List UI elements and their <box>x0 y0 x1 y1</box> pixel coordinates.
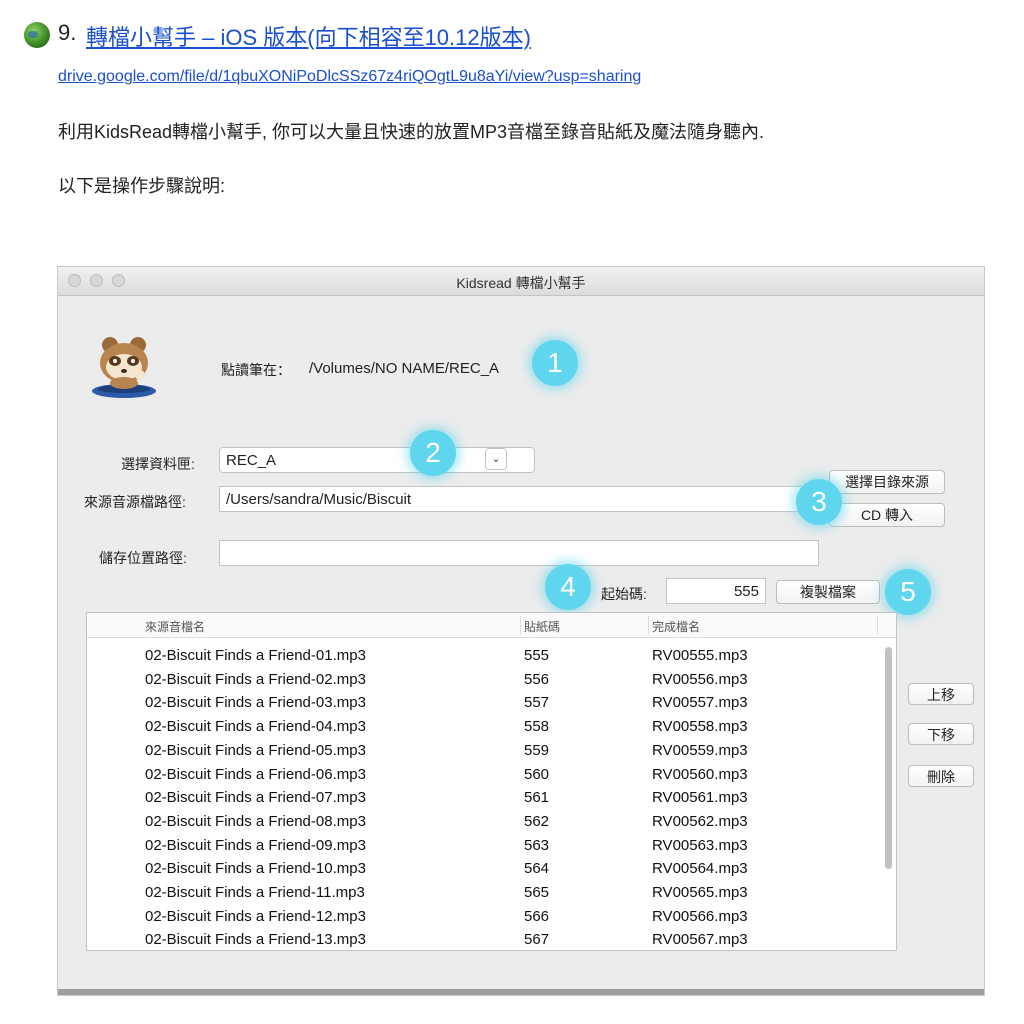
cell-source-filename: 02-Biscuit Finds a Friend-07.mp3 <box>145 789 366 807</box>
cell-source-filename: 02-Biscuit Finds a Friend-01.mp3 <box>145 647 366 664</box>
header-sticker-code: 貼紙碼 <box>524 620 561 634</box>
table-row[interactable]: 02-Biscuit Finds a Friend-09.mp3 563 RV005… <box>87 835 896 859</box>
table-row[interactable]: 02-Biscuit Finds a Friend-03.mp3 557 RV005… <box>87 692 896 716</box>
cell-sticker-code: 560 <box>524 765 550 783</box>
cell-output-filename: RV00563.mp3 <box>652 836 748 854</box>
table-row[interactable]: 02-Biscuit Finds a Friend-04.mp3 558 RV005… <box>87 716 896 740</box>
intro-paragraph: 利用KidsRead轉檔小幫手, 你可以大量且快速的放置MP3音檔至錄音貼紙及魔… <box>58 122 765 142</box>
move-down-button[interactable]: 下移 <box>908 723 974 745</box>
cell-output-filename: RV00561.mp3 <box>652 789 748 807</box>
cell-sticker-code: 567 <box>524 931 550 949</box>
step-badge-5: 5 <box>885 569 931 615</box>
cell-sticker-code: 563 <box>524 836 550 854</box>
cd-import-button[interactable]: CD 轉入 <box>829 503 945 527</box>
cell-output-filename: RV00558.mp3 <box>652 718 748 736</box>
chevron-down-icon[interactable]: ⌄ <box>485 448 507 470</box>
step-badge-4: 4 <box>545 564 591 610</box>
table-row[interactable]: 02-Biscuit Finds a Friend-02.mp3 556 RV005… <box>87 669 896 693</box>
save-path-label: 儲存位置路徑: <box>99 550 187 566</box>
cell-sticker-code: 565 <box>524 884 550 901</box>
cell-sticker-code: 555 <box>524 647 550 664</box>
cell-sticker-code: 562 <box>524 812 550 830</box>
cell-source-filename: 02-Biscuit Finds a Friend-06.mp3 <box>145 765 366 783</box>
raccoon-mascot-icon <box>92 337 156 398</box>
folder-label: 選擇資料匣: <box>121 456 195 472</box>
cell-source-filename: 02-Biscuit Finds a Friend-12.mp3 <box>145 907 366 925</box>
cell-output-filename: RV00555.mp3 <box>652 647 748 664</box>
header-source-filename: 來源音檔名 <box>145 620 206 634</box>
table-row[interactable]: 02-Biscuit Finds a Friend-06.mp3 560 RV005… <box>87 764 896 788</box>
table-row[interactable]: 02-Biscuit Finds a Friend-13.mp3 567 RV005… <box>87 929 896 950</box>
cell-sticker-code: 556 <box>524 670 550 688</box>
cell-sticker-code: 559 <box>524 741 550 759</box>
cell-source-filename: 02-Biscuit Finds a Friend-02.mp3 <box>145 670 366 688</box>
cell-source-filename: 02-Biscuit Finds a Friend-13.mp3 <box>145 931 366 949</box>
copy-files-button[interactable]: 複製檔案 <box>776 580 880 604</box>
cell-source-filename: 02-Biscuit Finds a Friend-03.mp3 <box>145 694 366 712</box>
download-url-link[interactable]: drive.google.com/file/d/1qbuXONiPoDlcSSz… <box>58 68 641 86</box>
cell-source-filename: 02-Biscuit Finds a Friend-11.mp3 <box>145 884 365 901</box>
cell-sticker-code: 561 <box>524 789 550 807</box>
item-number: 9. <box>58 20 77 45</box>
pen-location-path: /Volumes/NO NAME/REC_A <box>309 360 500 377</box>
header-output-filename: 完成檔名 <box>652 620 701 634</box>
cell-sticker-code: 558 <box>524 718 550 736</box>
table-row[interactable]: 02-Biscuit Finds a Friend-11.mp3 565 RV005… <box>87 882 896 906</box>
cell-source-filename: 02-Biscuit Finds a Friend-09.mp3 <box>145 836 366 854</box>
table-row[interactable]: 02-Biscuit Finds a Friend-01.mp3 555 RV005… <box>87 645 896 669</box>
pen-location-label: 點讀筆在： <box>221 362 291 378</box>
move-up-button[interactable]: 上移 <box>908 683 974 705</box>
start-code-field[interactable]: 555 <box>666 578 766 604</box>
table-scrollbar[interactable] <box>885 647 892 869</box>
table-row[interactable]: 02-Biscuit Finds a Friend-08.mp3 562 RV005… <box>87 811 896 835</box>
choose-directory-button[interactable]: 選擇目錄來源 <box>829 470 945 494</box>
source-path-field[interactable]: /Users/sandra/Music/Biscuit <box>219 486 819 512</box>
cell-output-filename: RV00565.mp3 <box>652 884 748 901</box>
cell-source-filename: 02-Biscuit Finds a Friend-10.mp3 <box>145 860 366 878</box>
table-row[interactable]: 02-Biscuit Finds a Friend-05.mp3 559 RV005… <box>87 740 896 764</box>
save-path-field[interactable] <box>219 540 819 566</box>
step-badge-3: 3 <box>796 479 842 525</box>
table-row[interactable]: 02-Biscuit Finds a Friend-12.mp3 566 RV005… <box>87 906 896 930</box>
cell-output-filename: RV00559.mp3 <box>652 741 748 759</box>
cell-output-filename: RV00564.mp3 <box>652 860 748 878</box>
globe-icon <box>24 22 50 48</box>
cell-output-filename: RV00560.mp3 <box>652 765 748 783</box>
app-window: Kidsread 轉檔小幫手 點讀筆在： /Volumes/NO NAME/RE… <box>57 266 985 996</box>
window-titlebar: Kidsread 轉檔小幫手 <box>58 267 984 296</box>
cell-source-filename: 02-Biscuit Finds a Friend-08.mp3 <box>145 812 366 830</box>
window-title: Kidsread 轉檔小幫手 <box>456 275 586 291</box>
step-badge-1: 1 <box>532 340 578 386</box>
cell-output-filename: RV00567.mp3 <box>652 931 748 949</box>
table-row[interactable]: 02-Biscuit Finds a Friend-07.mp3 561 RV005… <box>87 787 896 811</box>
table-header: 來源音檔名 貼紙碼 完成檔名 <box>87 613 896 638</box>
cell-output-filename: RV00562.mp3 <box>652 812 748 830</box>
cell-sticker-code: 564 <box>524 860 550 878</box>
cell-sticker-code: 557 <box>524 694 550 712</box>
cell-source-filename: 02-Biscuit Finds a Friend-04.mp3 <box>145 718 366 736</box>
cell-output-filename: RV00556.mp3 <box>652 670 748 688</box>
delete-button[interactable]: 刪除 <box>908 765 974 787</box>
cell-output-filename: RV00566.mp3 <box>652 907 748 925</box>
cell-source-filename: 02-Biscuit Finds a Friend-05.mp3 <box>145 741 366 759</box>
cell-output-filename: RV00557.mp3 <box>652 694 748 712</box>
folder-select-value: REC_A <box>226 452 277 469</box>
download-title-link[interactable]: 轉檔小幫手 – iOS 版本(向下相容至10.12版本) <box>86 20 531 52</box>
start-code-label: 起始碼: <box>601 586 647 602</box>
table-row[interactable]: 02-Biscuit Finds a Friend-10.mp3 564 RV005… <box>87 858 896 882</box>
file-table[interactable]: 來源音檔名 貼紙碼 完成檔名 02-Biscuit Finds a Friend… <box>86 612 897 951</box>
window-bottom-bar <box>58 989 984 995</box>
cell-sticker-code: 566 <box>524 907 550 925</box>
step-badge-2: 2 <box>410 430 456 476</box>
source-path-label: 來源音源檔路徑: <box>84 494 186 510</box>
steps-heading: 以下是操作步驟說明: <box>58 176 226 196</box>
